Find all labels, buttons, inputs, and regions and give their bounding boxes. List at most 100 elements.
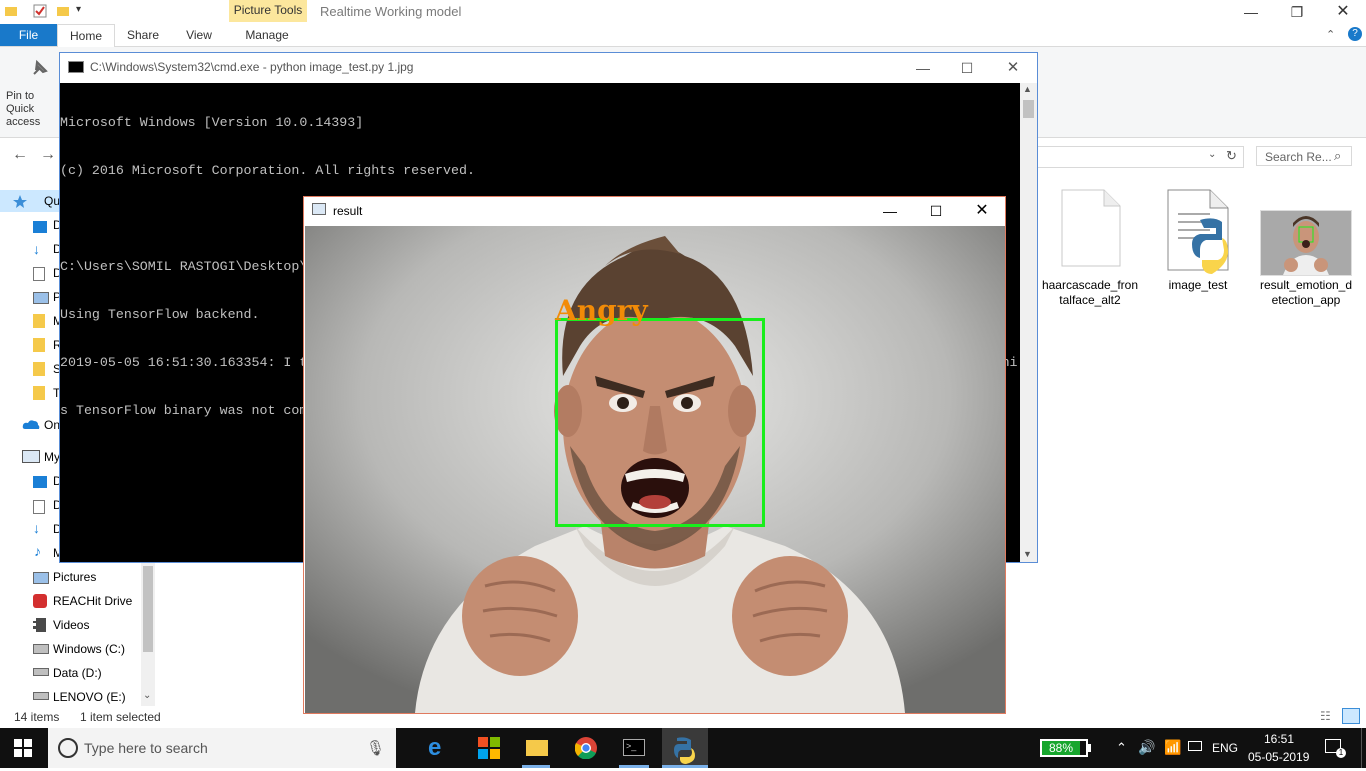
scroll-down-icon[interactable]: ⌄ [143, 690, 151, 701]
tab-home[interactable]: Home [57, 24, 115, 48]
result-maximize-icon[interactable]: ☐ [913, 197, 959, 225]
large-icons-view-icon[interactable] [1342, 708, 1360, 724]
status-selected-count: 1 item selected [80, 710, 161, 724]
nav-item-lenovo-e[interactable]: LENOVO (E:) [53, 686, 126, 708]
notification-badge: 1 [1336, 748, 1346, 758]
wifi-icon[interactable]: 📶 [1164, 739, 1181, 756]
collapse-ribbon-icon[interactable]: ⌃ [1326, 28, 1335, 41]
nav-scrollbar-thumb[interactable] [143, 566, 153, 652]
desktop-icon [33, 221, 47, 233]
store-icon[interactable] [478, 737, 500, 762]
cmd-icon [68, 61, 84, 73]
face-detection-box [555, 318, 765, 527]
chrome-icon[interactable] [574, 737, 597, 762]
pictures-icon [33, 292, 49, 304]
cortana-icon [58, 738, 78, 758]
nav-item-pictures-pc[interactable]: Pictures [53, 566, 96, 588]
nav-item-videos[interactable]: Videos [53, 614, 89, 636]
cmd-close-icon[interactable]: ✕ [990, 53, 1036, 83]
help-icon[interactable]: ? [1348, 27, 1362, 41]
close-icon[interactable]: ✕ [1320, 0, 1366, 24]
result-title: result [333, 204, 363, 218]
details-view-icon[interactable]: ☷ [1320, 709, 1336, 723]
drive-d-icon [33, 668, 49, 676]
taskbar-search-placeholder[interactable]: Type here to search [84, 740, 208, 756]
forward-icon[interactable]: → [40, 146, 56, 164]
tab-share[interactable]: Share [118, 24, 168, 46]
pin-to-quick-access-label[interactable]: Pin to Quick access [6, 90, 60, 129]
cmd-scroll-down-icon[interactable]: ▼ [1023, 549, 1032, 559]
folder-icon [33, 314, 45, 328]
documents-icon [33, 267, 45, 281]
downloads-icon: ↓ [33, 241, 40, 257]
pictures-icon [33, 572, 49, 584]
quick-access-dropdown-icon[interactable]: ▾ [76, 4, 86, 15]
properties-icon[interactable] [33, 4, 47, 18]
cmd-scroll-up-icon[interactable]: ▲ [1023, 84, 1032, 94]
drive-e-icon [33, 692, 49, 700]
cmd-minimize-icon[interactable]: — [900, 53, 946, 83]
folder-icon [33, 362, 45, 376]
minimize-icon[interactable]: — [1228, 0, 1274, 24]
videos-icon [33, 618, 46, 632]
file-label-image-test[interactable]: image_test [1150, 278, 1246, 293]
nav-item-this-pc[interactable]: My [44, 446, 60, 468]
file-label-result-emotion[interactable]: result_emotion_d etection_app [1252, 278, 1360, 308]
battery-percentage: 88% [1042, 741, 1080, 755]
tab-manage[interactable]: Manage [233, 24, 301, 46]
tab-view[interactable]: View [176, 24, 222, 46]
explorer-titlebar: ▾ Picture Tools Realtime Working model —… [0, 0, 1366, 24]
back-icon[interactable]: ← [12, 146, 28, 164]
downloads-icon: ↓ [33, 520, 40, 536]
result-minimize-icon[interactable]: — [867, 197, 913, 225]
restore-icon[interactable]: ❐ [1274, 0, 1320, 24]
folder-icon [33, 338, 45, 352]
file-explorer-icon[interactable] [526, 740, 548, 756]
windows-start-icon[interactable] [14, 739, 32, 760]
window-title: Realtime Working model [320, 4, 462, 19]
nav-item-quick-access[interactable]: Qu [44, 190, 60, 212]
music-icon: ♪ [34, 543, 41, 559]
cmd-taskbar-icon[interactable]: >_ [623, 739, 645, 756]
clock-date[interactable]: 05-05-2019 [1248, 750, 1309, 764]
cmd-maximize-icon[interactable]: ☐ [944, 53, 990, 83]
file-icon[interactable] [1058, 188, 1122, 271]
image-thumbnail[interactable] [1260, 210, 1352, 276]
python-file-icon[interactable] [1166, 188, 1246, 281]
quick-access-star-icon [12, 194, 28, 211]
nav-item-reachit-drive[interactable]: REACHit Drive [53, 590, 132, 612]
cmd-title: C:\Windows\System32\cmd.exe - python ima… [90, 60, 414, 74]
documents-icon [33, 500, 45, 514]
microphone-icon[interactable]: 🎙 [366, 739, 385, 757]
address-dropdown-icon[interactable]: ⌄ [1208, 149, 1216, 160]
this-pc-icon [22, 450, 40, 463]
edge-icon[interactable]: e [428, 736, 452, 760]
tab-file[interactable]: File [0, 24, 57, 46]
nav-item-data-d[interactable]: Data (D:) [53, 662, 102, 684]
battery-tip [1088, 744, 1091, 752]
file-label-haarcascade[interactable]: haarcascade_fron talface_alt2 [1038, 278, 1142, 308]
cmd-line: (c) 2016 Microsoft Corporation. All righ… [60, 163, 475, 178]
pin-icon[interactable] [28, 58, 50, 83]
show-hidden-icons-icon[interactable]: ⌃ [1116, 740, 1127, 756]
picture-tools-tab[interactable]: Picture Tools [229, 0, 307, 22]
language-indicator[interactable]: ENG [1212, 741, 1238, 755]
refresh-icon[interactable]: ↻ [1226, 148, 1237, 164]
emotion-label: Angry [555, 294, 648, 327]
show-desktop-button[interactable] [1361, 728, 1366, 768]
nav-item-onedrive[interactable]: On [44, 414, 60, 436]
cmd-scrollbar-thumb[interactable] [1023, 100, 1034, 118]
volume-icon[interactable]: 🔊 [1138, 739, 1155, 756]
keyboard-icon[interactable] [1188, 741, 1202, 751]
new-folder-icon[interactable] [56, 4, 70, 18]
folder-icon [33, 386, 45, 400]
reachit-icon [33, 594, 47, 608]
clock-time[interactable]: 16:51 [1264, 732, 1294, 746]
folder-icon [4, 4, 18, 18]
cmd-scrollbar[interactable] [1020, 83, 1037, 562]
nav-item-windows-c[interactable]: Windows (C:) [53, 638, 125, 660]
onedrive-icon [22, 418, 40, 433]
search-icon: ⌕ [1334, 148, 1342, 163]
result-close-icon[interactable]: ✕ [959, 197, 1005, 225]
python-taskbar-button[interactable] [662, 728, 708, 768]
